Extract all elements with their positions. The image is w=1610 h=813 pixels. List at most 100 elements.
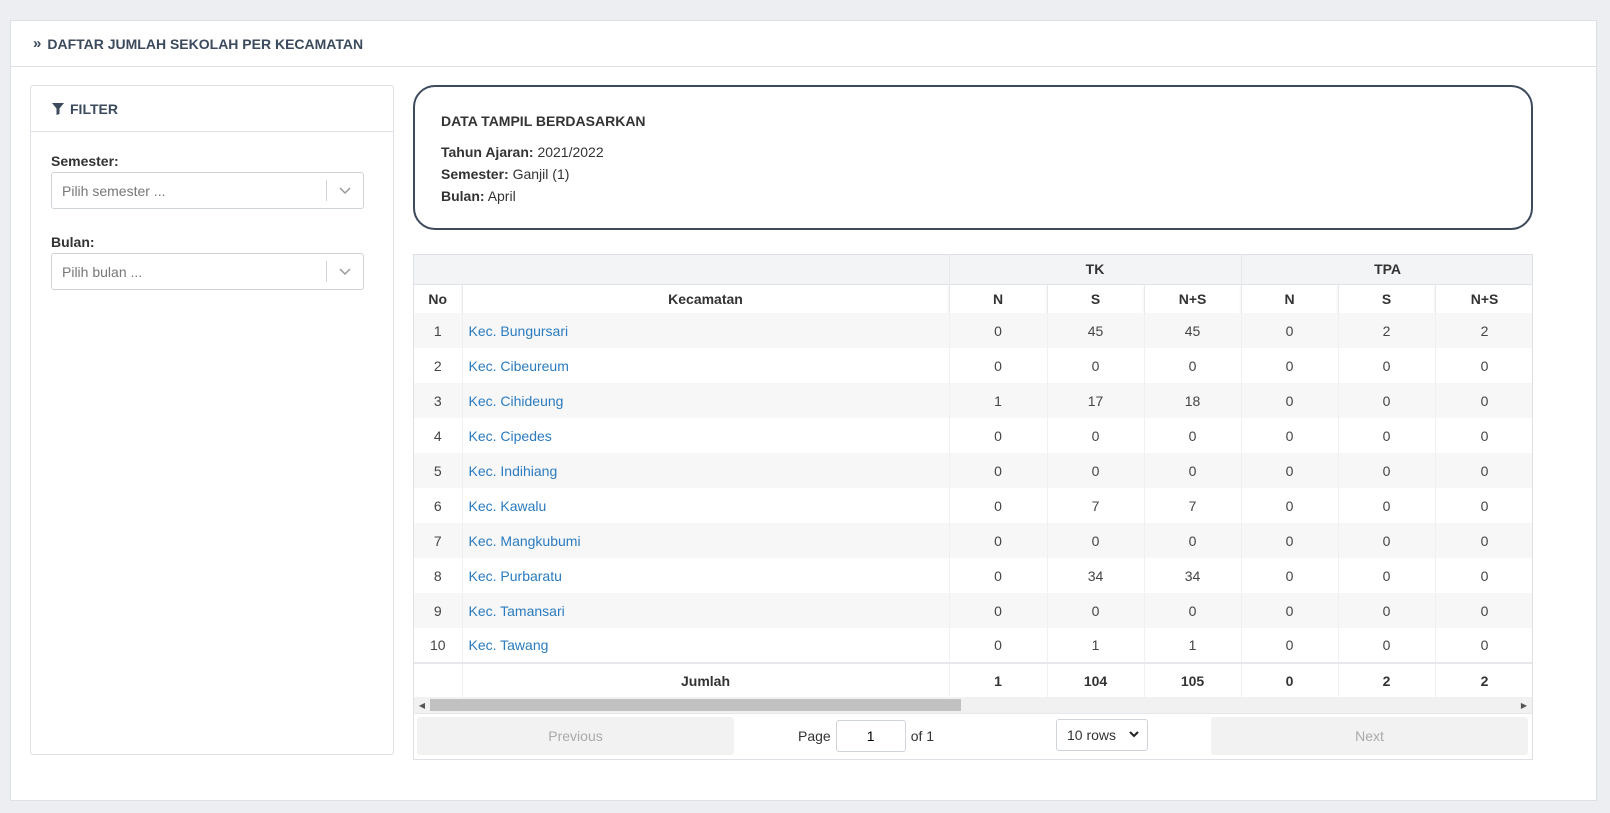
cell-tpa-n: 0 — [1241, 418, 1339, 453]
cell-tpa-n: 0 — [1241, 313, 1339, 348]
info-bulan: Bulan: April — [441, 185, 1531, 207]
cell-tk-s: 45 — [1047, 313, 1145, 348]
cell-tpa-s: 0 — [1338, 558, 1436, 593]
cell-no: 2 — [414, 348, 463, 383]
rows-per-page-select[interactable]: 10 rows — [1056, 719, 1148, 751]
chevron-down-icon[interactable] — [327, 267, 363, 276]
cell-tk-s: 0 — [1047, 348, 1145, 383]
cell-tk-n: 0 — [949, 313, 1048, 348]
page-info: Page of 1 — [798, 720, 934, 752]
kecamatan-link[interactable]: Kec. Cipedes — [469, 428, 552, 444]
table-row: 8 Kec. Purbaratu 0 34 34 0 0 0 — [414, 558, 1532, 593]
next-button[interactable]: Next — [1211, 717, 1528, 755]
chevron-down-icon[interactable] — [327, 186, 363, 195]
cell-no: 9 — [414, 593, 463, 628]
kecamatan-link[interactable]: Kec. Indihiang — [469, 463, 558, 479]
col-header-no[interactable]: No — [414, 284, 463, 313]
cell-tk-s: 34 — [1047, 558, 1145, 593]
rows-per-page-value: 10 rows — [1067, 727, 1117, 743]
group-header-empty — [414, 255, 950, 285]
total-tk-ns: 105 — [1144, 662, 1242, 698]
cell-tk-n: 0 — [949, 453, 1048, 488]
cell-tk-n: 0 — [949, 628, 1048, 663]
cell-no: 1 — [414, 313, 463, 348]
kecamatan-link[interactable]: Kec. Kawalu — [469, 498, 547, 514]
cell-tk-n: 0 — [949, 558, 1048, 593]
tahun-label: Tahun Ajaran: — [441, 144, 534, 160]
tahun-value: 2021/2022 — [537, 144, 604, 160]
cell-tpa-ns: 0 — [1435, 418, 1532, 453]
col-header-tpa-s[interactable]: S — [1338, 284, 1436, 313]
table-row: 10 Kec. Tawang 0 1 1 0 0 0 — [414, 628, 1532, 663]
cell-tk-s: 0 — [1047, 453, 1145, 488]
col-header-tpa-n[interactable]: N — [1241, 284, 1339, 313]
info-semester: Semester: Ganjil (1) — [441, 163, 1531, 185]
chevron-down-icon — [1129, 731, 1139, 738]
table-row: 1 Kec. Bungursari 0 45 45 0 2 2 — [414, 313, 1532, 348]
kecamatan-link[interactable]: Kec. Mangkubumi — [469, 533, 581, 549]
cell-kecamatan: Kec. Cipedes — [462, 418, 950, 453]
kecamatan-link[interactable]: Kec. Purbaratu — [469, 568, 562, 584]
info-tahun: Tahun Ajaran: 2021/2022 — [441, 141, 1531, 163]
group-header-tpa: TPA — [1241, 255, 1532, 285]
cell-tk-ns: 1 — [1144, 628, 1242, 663]
previous-button[interactable]: Previous — [417, 717, 734, 755]
cell-tpa-ns: 0 — [1435, 488, 1532, 523]
scroll-left-icon[interactable]: ◀ — [414, 697, 430, 713]
kecamatan-link[interactable]: Kec. Cibeureum — [469, 358, 569, 374]
total-tk-n: 1 — [949, 662, 1048, 698]
data-table-wrapper: TK TPA No Kecamatan N S N+S N S N+S 1 Kec… — [413, 254, 1533, 760]
filter-header: FILTER — [31, 86, 393, 132]
card-header: » DAFTAR JUMLAH SEKOLAH PER KECAMATAN — [11, 21, 1596, 67]
semester-select[interactable]: Pilih semester ... — [51, 172, 364, 209]
semester-info-label: Semester: — [441, 166, 509, 182]
col-header-tk-s[interactable]: S — [1047, 284, 1145, 313]
scroll-track[interactable] — [430, 699, 1516, 711]
bulan-select[interactable]: Pilih bulan ... — [51, 253, 364, 290]
total-tk-s: 104 — [1047, 662, 1145, 698]
col-header-tk-n[interactable]: N — [949, 284, 1048, 313]
cell-kecamatan: Kec. Tamansari — [462, 593, 950, 628]
info-title: DATA TAMPIL BERDASARKAN — [441, 113, 646, 129]
bulan-placeholder: Pilih bulan ... — [62, 263, 143, 280]
cell-tpa-ns: 0 — [1435, 593, 1532, 628]
kecamatan-link[interactable]: Kec. Bungursari — [469, 323, 569, 339]
semester-label: Semester: — [51, 153, 119, 169]
cell-tpa-ns: 0 — [1435, 383, 1532, 418]
kecamatan-link[interactable]: Kec. Tawang — [469, 637, 549, 653]
cell-tk-ns: 0 — [1144, 593, 1242, 628]
cell-tpa-ns: 0 — [1435, 453, 1532, 488]
cell-tpa-ns: 0 — [1435, 523, 1532, 558]
cell-tk-s: 0 — [1047, 593, 1145, 628]
group-header-tk: TK — [949, 255, 1242, 285]
total-tpa-ns: 2 — [1435, 662, 1532, 698]
cell-no: 5 — [414, 453, 463, 488]
bulan-info-value: April — [487, 188, 516, 204]
cell-kecamatan: Kec. Tawang — [462, 628, 950, 663]
cell-kecamatan: Kec. Kawalu — [462, 488, 950, 523]
cell-tpa-s: 2 — [1338, 313, 1436, 348]
cell-tpa-ns: 0 — [1435, 558, 1532, 593]
semester-placeholder: Pilih semester ... — [62, 182, 166, 199]
cell-no: 7 — [414, 523, 463, 558]
scroll-right-icon[interactable]: ▶ — [1516, 697, 1532, 713]
col-header-kecamatan[interactable]: Kecamatan — [462, 284, 950, 313]
col-header-tk-ns[interactable]: N+S — [1144, 284, 1242, 313]
total-tpa-s: 2 — [1338, 662, 1436, 698]
scroll-thumb[interactable] — [430, 699, 961, 711]
filter-title: FILTER — [70, 100, 118, 117]
cell-kecamatan: Kec. Mangkubumi — [462, 523, 950, 558]
cell-tpa-n: 0 — [1241, 523, 1339, 558]
col-header-tpa-ns[interactable]: N+S — [1435, 284, 1532, 313]
kecamatan-link[interactable]: Kec. Cihideung — [469, 393, 564, 409]
cell-tpa-n: 0 — [1241, 558, 1339, 593]
kecamatan-link[interactable]: Kec. Tamansari — [469, 603, 565, 619]
table-row: 5 Kec. Indihiang 0 0 0 0 0 0 — [414, 453, 1532, 488]
page-number-input[interactable] — [835, 720, 906, 752]
cell-tk-n: 0 — [949, 593, 1048, 628]
cell-tk-ns: 0 — [1144, 418, 1242, 453]
horizontal-scrollbar[interactable]: ◀ ▶ — [414, 697, 1532, 713]
cell-no: 3 — [414, 383, 463, 418]
cell-tpa-n: 0 — [1241, 593, 1339, 628]
cell-kecamatan: Kec. Indihiang — [462, 453, 950, 488]
